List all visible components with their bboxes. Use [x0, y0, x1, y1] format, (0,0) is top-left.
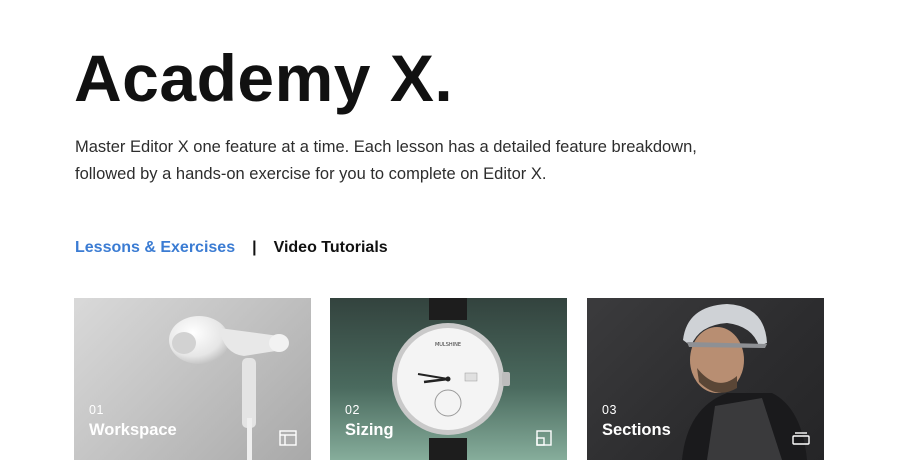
card-title: Sizing — [345, 421, 394, 439]
lesson-card-sections[interactable]: 03 Sections — [587, 298, 824, 460]
page-title: Academy X. — [74, 41, 454, 115]
card-number: 01 — [89, 403, 104, 417]
layout-panel-icon — [279, 430, 297, 446]
tab-separator: | — [252, 239, 257, 256]
tab-video-tutorials[interactable]: Video Tutorials — [274, 239, 388, 257]
resize-corner-icon — [536, 430, 552, 446]
lesson-tabs: Lessons & Exercises | Video Tutorials — [75, 239, 388, 257]
tab-lessons-exercises[interactable]: Lessons & Exercises — [75, 239, 235, 257]
stacked-sections-icon — [792, 432, 810, 445]
intro-text: Master Editor X one feature at a time. E… — [75, 138, 697, 183]
lesson-card-sizing[interactable]: MULSHINE 02 Sizing — [330, 298, 567, 460]
card-title: Sections — [602, 421, 671, 439]
card-title: Workspace — [89, 421, 177, 439]
card-number: 03 — [602, 403, 617, 417]
lesson-card-workspace[interactable]: 01 Workspace — [74, 298, 311, 460]
watch-brand-text: MULSHINE — [435, 342, 461, 348]
card-number: 02 — [345, 403, 360, 417]
